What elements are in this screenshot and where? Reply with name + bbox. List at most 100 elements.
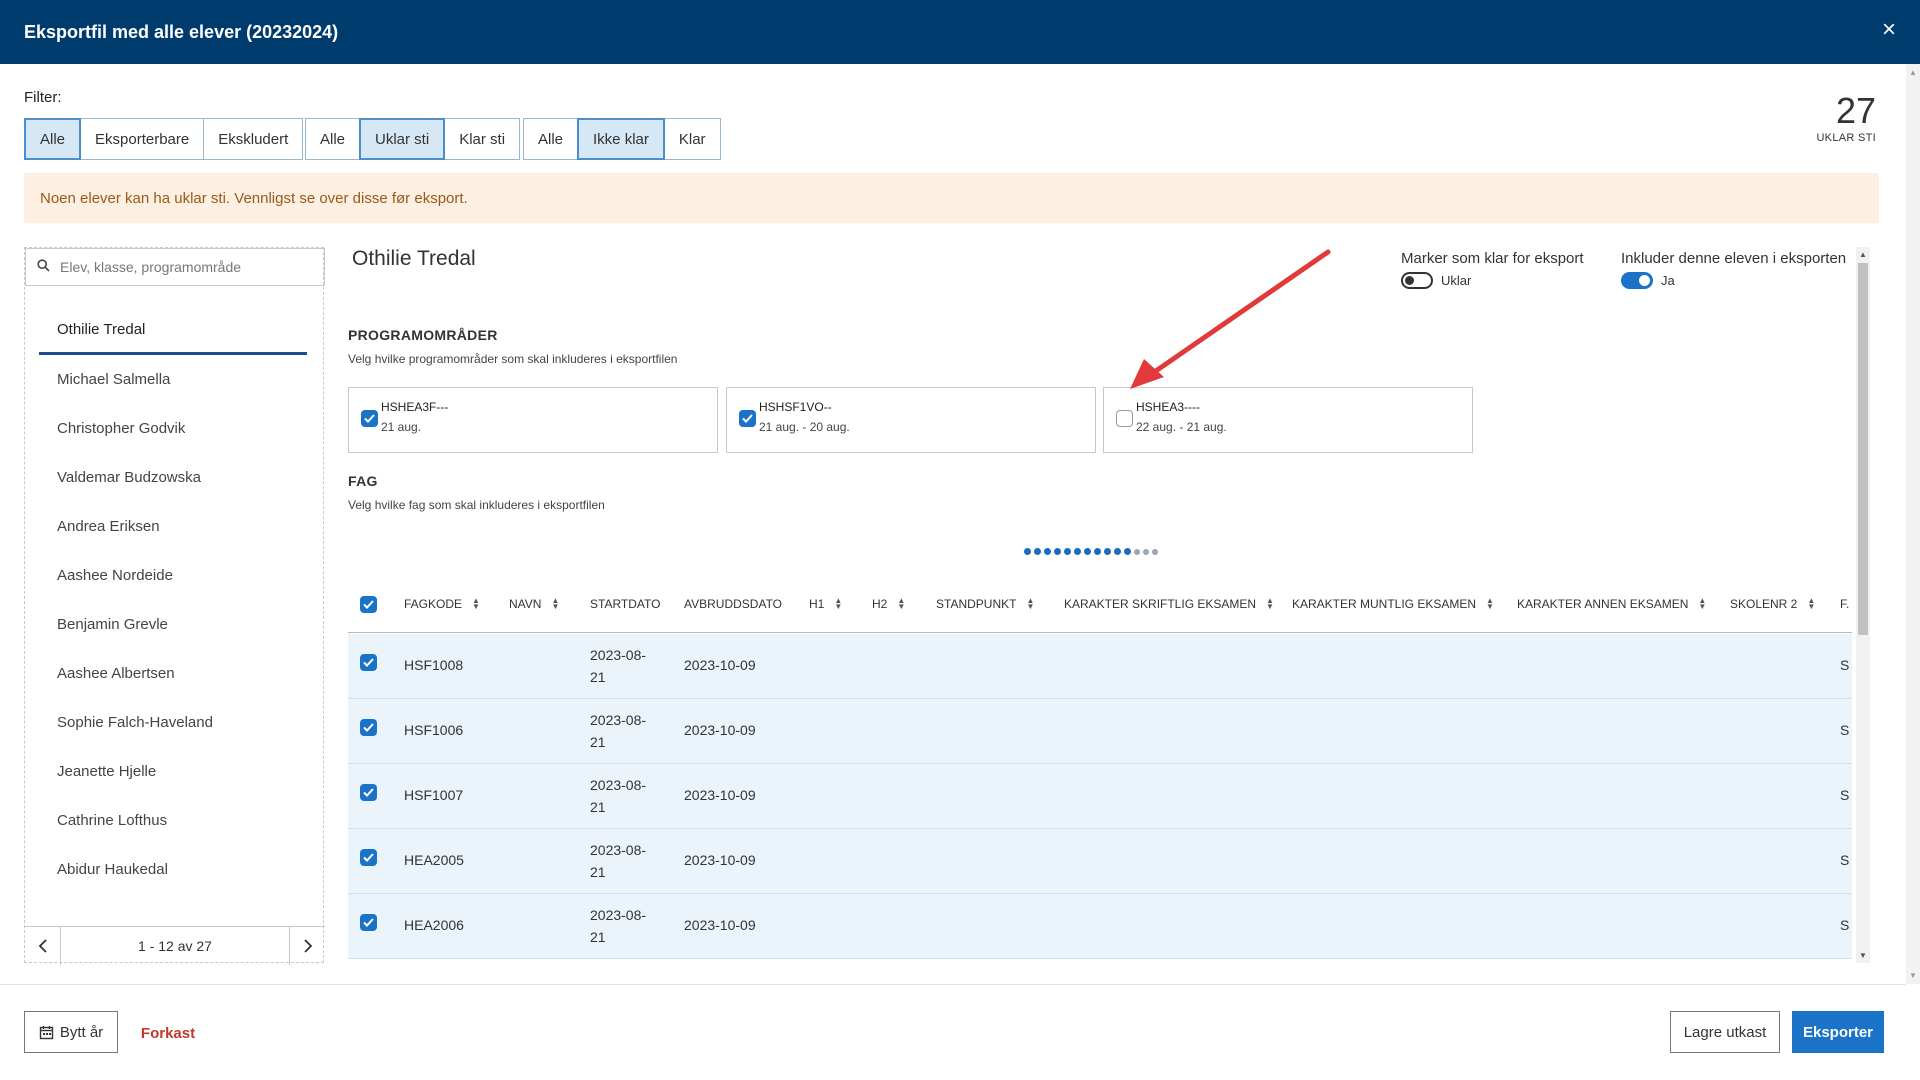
cell-fagkode: HEA2006: [404, 917, 464, 933]
sort-icon: ▲ ▼: [897, 596, 906, 611]
cell-f: S: [1840, 852, 1850, 868]
chevron-left-icon[interactable]: [25, 927, 61, 965]
include-toggle[interactable]: [1621, 272, 1653, 289]
cell-avbruddsdato: 2023-10-09: [684, 787, 756, 803]
scroll-up-icon[interactable]: ▲: [1859, 250, 1867, 259]
col-f[interactable]: F.: [1840, 575, 1849, 633]
student-item[interactable]: Andrea Eriksen: [39, 502, 307, 551]
cell-fagkode: HSF1008: [404, 657, 464, 673]
col-navn[interactable]: NAVN ▲ ▼: [509, 575, 559, 633]
filter-export-excluded[interactable]: Ekskludert: [203, 118, 304, 160]
filter-path-unclear[interactable]: Uklar sti: [359, 118, 446, 160]
ready-toggle[interactable]: [1401, 272, 1433, 289]
dialog-header: Eksportfil med alle elever (20232024) ×: [0, 0, 1920, 64]
student-sidebar: Elev, klasse, programområde Othilie Tred…: [24, 247, 325, 965]
student-item[interactable]: Aashee Albertsen: [39, 649, 307, 698]
table-row[interactable]: HEA2005 2023-08- 21 2023-10-09 S: [348, 829, 1852, 894]
col-skolenr2[interactable]: SKOLENR 2 ▲ ▼: [1730, 575, 1815, 633]
table-row[interactable]: HSF1006 2023-08- 21 2023-10-09 S: [348, 699, 1852, 764]
filter-ready-ready[interactable]: Klar: [663, 118, 721, 160]
filter-ready-all[interactable]: Alle: [523, 118, 579, 160]
col-karakter-annen[interactable]: KARAKTER ANNEN EKSAMEN ▲ ▼: [1517, 575, 1706, 633]
filter-label: Filter:: [24, 89, 62, 106]
sort-icon: ▲ ▼: [551, 596, 560, 611]
program-card[interactable]: HSHEA3F--- 21 aug.: [348, 387, 718, 453]
col-karakter-muntlig[interactable]: KARAKTER MUNTLIG EKSAMEN ▲ ▼: [1292, 575, 1494, 633]
filter-export-all[interactable]: Alle: [24, 118, 82, 160]
student-item[interactable]: Valdemar Budzowska: [39, 453, 307, 502]
program-dates: 21 aug. - 20 aug.: [759, 420, 850, 434]
filter-group-export: Alle Eksporterbare Ekskludert: [24, 118, 304, 160]
dialog-scrollbar[interactable]: ▲ ▼: [1906, 64, 1920, 984]
include-toggle-label: Inkluder denne eleven i eksporten: [1621, 250, 1847, 267]
table-row[interactable]: HEA2006 2023-08- 21 2023-10-09 S: [348, 894, 1852, 959]
detail-scrollbar[interactable]: ▲ ▼: [1856, 247, 1870, 963]
row-checkbox[interactable]: [360, 914, 377, 931]
scroll-up-icon[interactable]: ▲: [1909, 68, 1917, 77]
sort-icon: ▲ ▼: [1026, 596, 1035, 611]
save-draft-button[interactable]: Lagre utkast: [1670, 1011, 1780, 1053]
student-item[interactable]: Abidur Haukedal: [39, 845, 307, 894]
search-box[interactable]: Elev, klasse, programområde: [25, 248, 325, 286]
scrollbar-thumb[interactable]: [1858, 263, 1868, 635]
export-button[interactable]: Eksporter: [1792, 1011, 1884, 1053]
col-h1[interactable]: H1 ▲ ▼: [809, 575, 842, 633]
select-all-checkbox[interactable]: [360, 575, 377, 633]
chevron-right-icon[interactable]: [289, 927, 325, 965]
cell-startdato: 2023-08- 21: [590, 777, 647, 815]
student-item[interactable]: Aashee Nordeide: [39, 551, 307, 600]
sort-icon: ▲ ▼: [1486, 596, 1494, 611]
student-item[interactable]: Jeanette Hjelle: [39, 747, 307, 796]
filter-path-clear[interactable]: Klar sti: [444, 118, 521, 160]
cell-fagkode: HSF1006: [404, 722, 464, 738]
close-icon[interactable]: ×: [1882, 18, 1896, 42]
program-card[interactable]: HSHSF1VO-- 21 aug. - 20 aug.: [726, 387, 1096, 453]
cell-f: S: [1840, 917, 1850, 933]
annotation-arrow: [1130, 249, 1331, 389]
change-year-button[interactable]: Bytt år: [24, 1011, 118, 1053]
row-checkbox[interactable]: [360, 719, 377, 736]
student-item[interactable]: Benjamin Grevle: [39, 600, 307, 649]
student-item[interactable]: Cathrine Lofthus: [39, 796, 307, 845]
discard-button[interactable]: Forkast: [132, 1012, 204, 1054]
program-checkbox[interactable]: [739, 410, 756, 427]
counter-label: UKLAR STI: [1816, 132, 1876, 144]
row-checkbox[interactable]: [360, 654, 377, 671]
row-checkbox[interactable]: [360, 784, 377, 801]
search-input[interactable]: Elev, klasse, programområde: [60, 259, 241, 275]
col-fagkode[interactable]: FAGKODE ▲ ▼: [404, 575, 480, 633]
program-dates: 21 aug.: [381, 420, 422, 434]
student-name: Othilie Tredal: [352, 247, 476, 270]
row-checkbox[interactable]: [360, 849, 377, 866]
program-checkbox[interactable]: [1116, 410, 1133, 427]
dialog-title: Eksportfil med alle elever (20232024): [24, 21, 339, 42]
filter-export-exportable[interactable]: Eksporterbare: [80, 118, 205, 160]
student-item[interactable]: Michael Salmella: [39, 355, 307, 404]
scroll-down-icon[interactable]: ▼: [1909, 971, 1917, 980]
filter-ready-not-ready[interactable]: Ikke klar: [577, 118, 665, 160]
filter-path-all[interactable]: Alle: [305, 118, 361, 160]
cell-f: S: [1840, 787, 1850, 803]
col-h2[interactable]: H2 ▲ ▼: [872, 575, 905, 633]
table-row[interactable]: HSF1007 2023-08- 21 2023-10-09 S: [348, 764, 1852, 829]
program-checkbox[interactable]: [361, 410, 378, 427]
col-avbruddsdato[interactable]: AVBRUDDSDATO: [684, 575, 782, 633]
programs-subtitle: Velg hvilke programområder som skal inkl…: [348, 352, 678, 366]
filter-group-path: Alle Uklar sti Klar sti: [305, 118, 521, 160]
student-item[interactable]: Christopher Godvik: [39, 404, 307, 453]
cell-avbruddsdato: 2023-10-09: [684, 722, 756, 738]
calendar-icon: [39, 1025, 54, 1040]
student-item[interactable]: Sophie Falch-Haveland: [39, 698, 307, 747]
table-row[interactable]: HSF1008 2023-08- 21 2023-10-09 S: [348, 634, 1852, 699]
col-karakter-skriftlig[interactable]: KARAKTER SKRIFTLIG EKSAMEN ▲ ▼: [1064, 575, 1274, 633]
scroll-down-icon[interactable]: ▼: [1859, 951, 1867, 960]
sort-icon: ▲ ▼: [472, 596, 480, 611]
cell-startdato: 2023-08- 21: [590, 842, 647, 880]
sort-icon: ▲ ▼: [1698, 596, 1707, 611]
col-startdato[interactable]: STARTDATO: [590, 575, 660, 633]
col-standpunkt[interactable]: STANDPUNKT ▲ ▼: [936, 575, 1034, 633]
program-code: HSHSF1VO--: [759, 400, 832, 414]
filter-group-ready: Alle Ikke klar Klar: [523, 118, 721, 160]
fag-title: FAG: [348, 473, 378, 489]
student-item[interactable]: Othilie Tredal: [39, 306, 307, 355]
